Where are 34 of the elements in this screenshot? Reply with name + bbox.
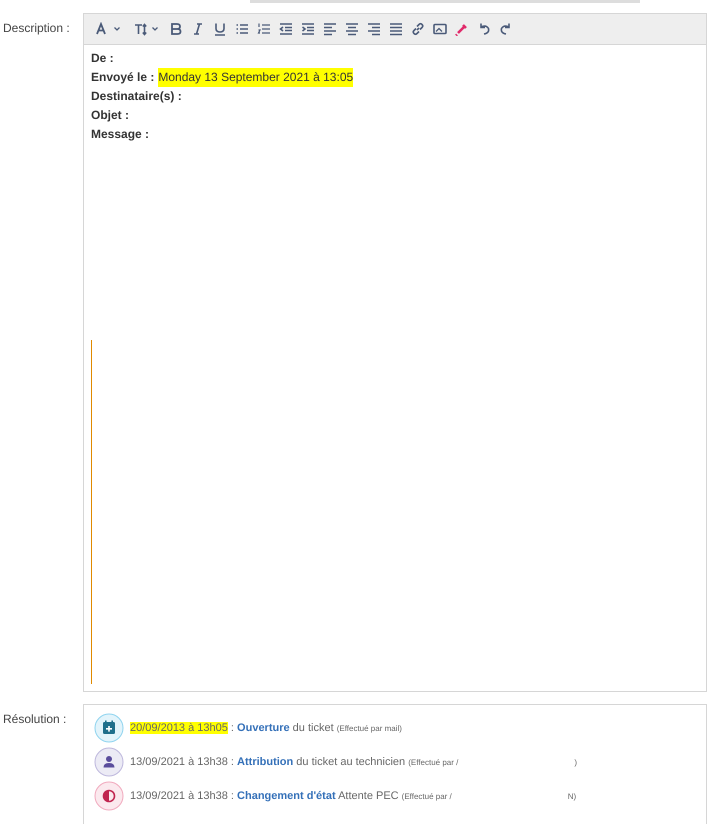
field-label: Résolution : bbox=[2, 711, 68, 728]
calendar-icon bbox=[94, 713, 124, 743]
italic-icon bbox=[191, 22, 205, 36]
justify-icon bbox=[389, 22, 403, 36]
field-label: Envoyé le : bbox=[91, 69, 154, 86]
indent-icon bbox=[301, 22, 315, 36]
align-right-icon bbox=[367, 22, 381, 36]
outdent-icon bbox=[279, 22, 293, 36]
undo-icon bbox=[477, 22, 491, 36]
field-label: Destinataire(s) : bbox=[91, 88, 182, 105]
numbered-list-icon bbox=[257, 22, 271, 36]
timeline-entry: 13/09/2021 à 13h38 : Attribution du ticket au technicien (Effectué par / bbox=[130, 756, 458, 768]
image-icon bbox=[433, 22, 447, 36]
marker-icon bbox=[455, 22, 469, 36]
link-icon bbox=[411, 22, 425, 36]
redo-icon bbox=[499, 22, 513, 36]
bold-icon bbox=[169, 22, 183, 36]
note-text: N) bbox=[568, 792, 576, 800]
field-label: De : bbox=[91, 50, 114, 67]
half-circle-icon bbox=[94, 781, 124, 811]
timeline-entry: 20/09/2013 à 13h05 : Ouverture du ticket (Effectué par mail) bbox=[130, 722, 402, 734]
rich-text-editor[interactable]: De : Envoyé le : Monday 13 September 2021 à 13:05 Destinataire(s) : Objet : Message : bbox=[83, 13, 707, 692]
underline-icon bbox=[213, 22, 227, 36]
field-label: Description : bbox=[2, 20, 71, 37]
field-label: Objet : bbox=[91, 107, 129, 124]
align-center-icon bbox=[345, 22, 359, 36]
field-label: Message : bbox=[91, 126, 150, 143]
bullet-list-icon bbox=[235, 22, 249, 36]
note-text: ) bbox=[574, 758, 577, 766]
align-left-icon bbox=[323, 22, 337, 36]
person-icon bbox=[94, 747, 124, 777]
text-size-icon bbox=[134, 22, 148, 36]
timeline-entry: 13/09/2021 à 13h38 : Changement d'état Attente PEC (Effectué par / bbox=[130, 790, 452, 802]
field-value: Monday 13 September 2021 à 13:05 bbox=[158, 68, 354, 87]
